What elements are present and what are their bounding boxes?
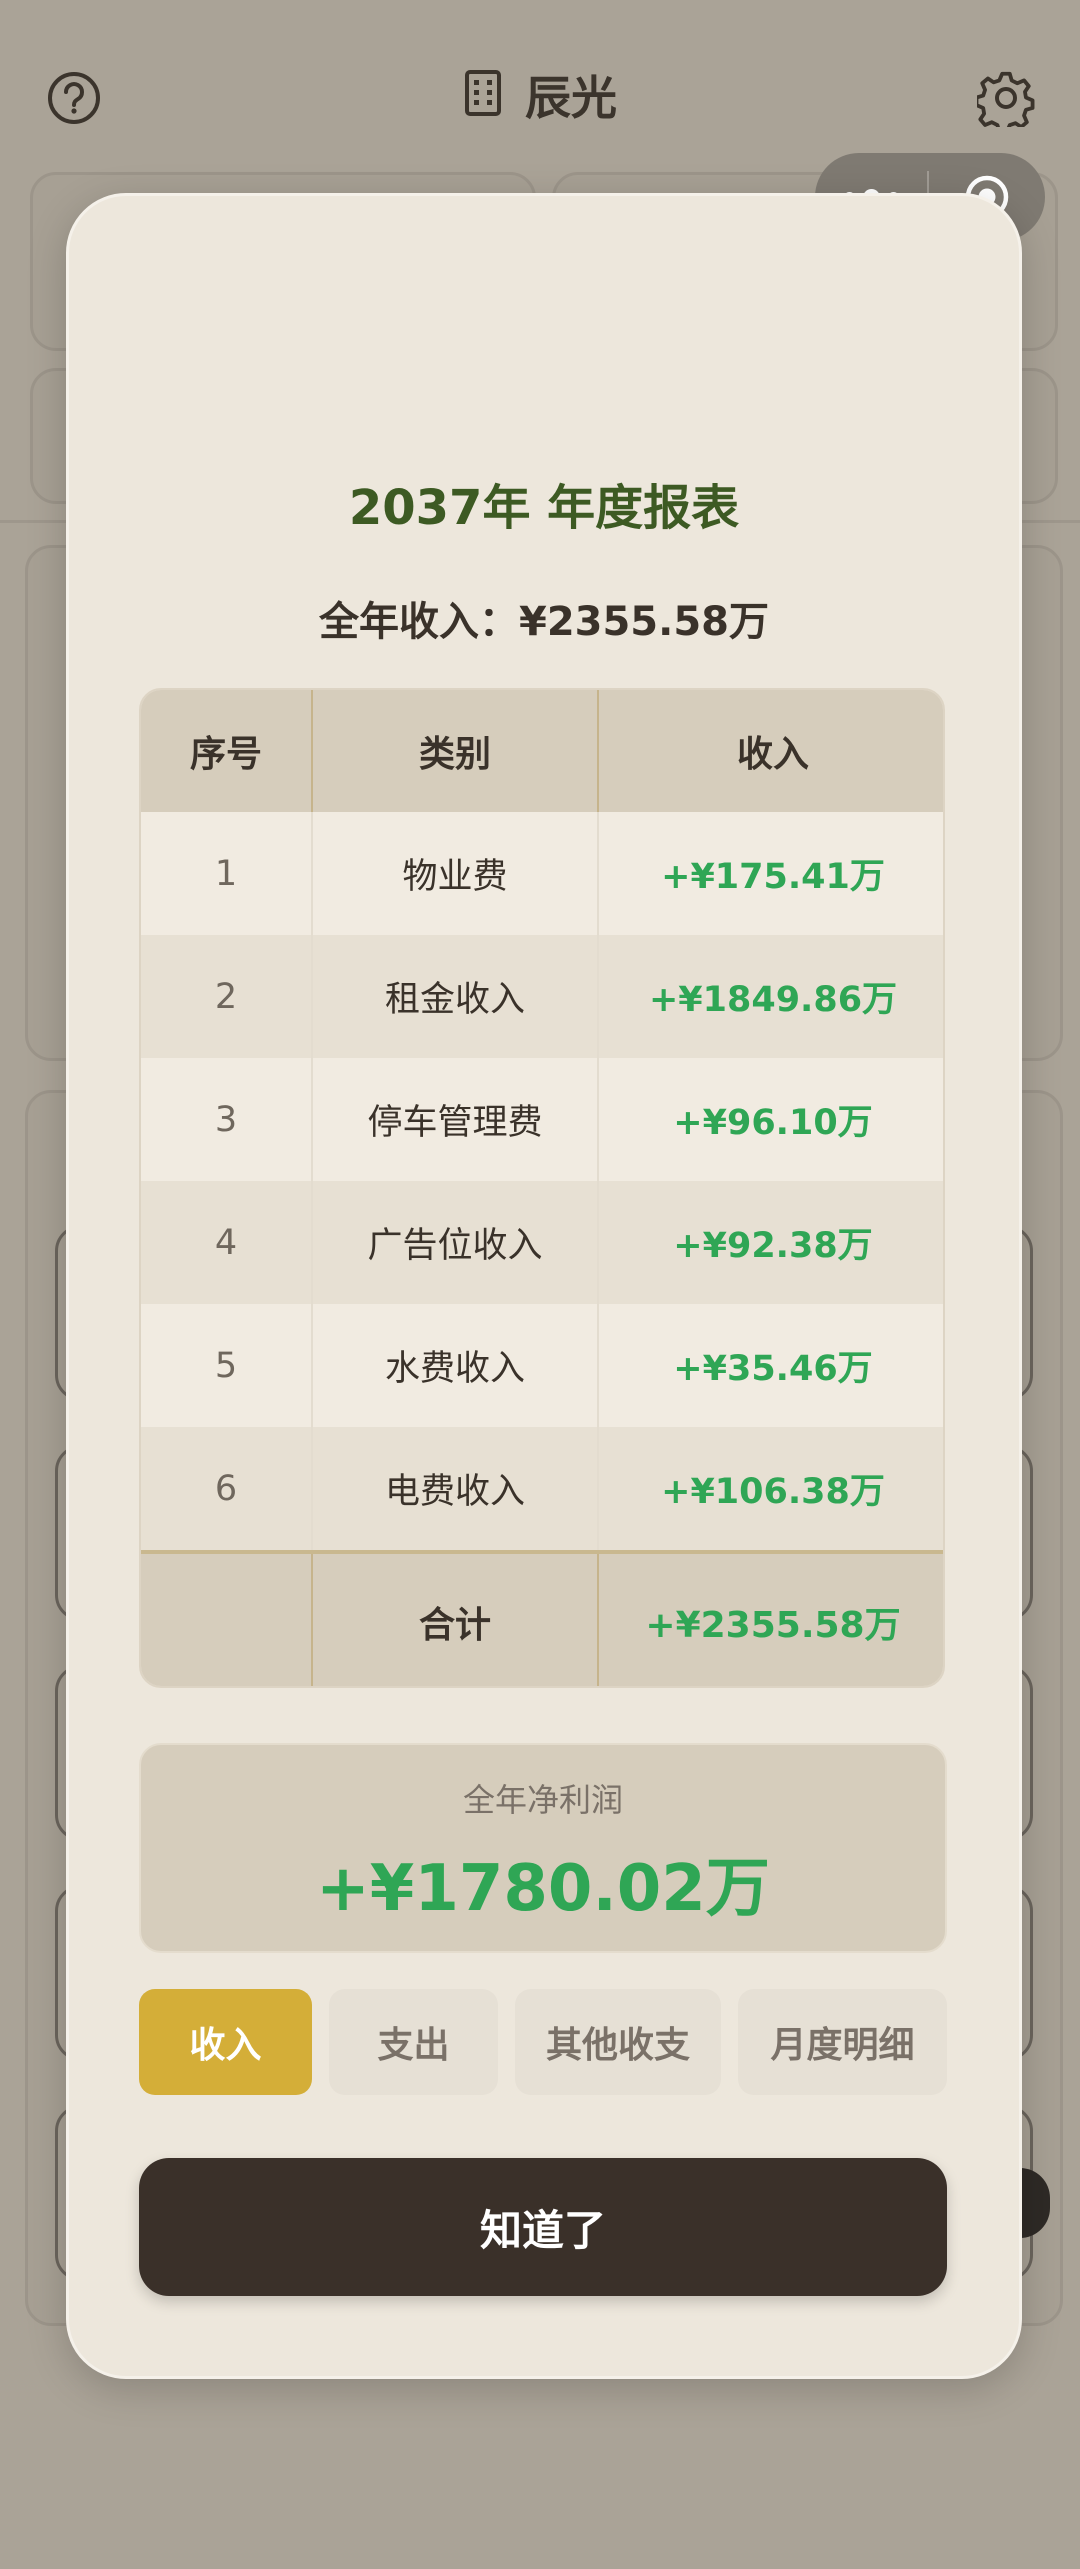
tab-other[interactable]: 其他收支: [515, 1989, 721, 2095]
row-amount: +¥1849.86万: [648, 980, 898, 1020]
row-no: 3: [141, 1058, 313, 1181]
table-total-row: 合计 +¥2355.58万: [141, 1550, 943, 1686]
income-table: 序号 类别 收入 1 物业费 +¥175.41万 2 租金收入 +¥1849.8…: [139, 688, 945, 1688]
row-amount: +¥35.46万: [673, 1349, 873, 1389]
report-tabs: 收入 支出 其他收支 月度明细: [139, 1989, 947, 2095]
table-header-row: 序号 类别 收入: [141, 690, 943, 812]
report-title: 2037年 年度报表: [348, 480, 740, 536]
table-row: 6 电费收入 +¥106.38万: [141, 1427, 943, 1550]
row-amount: +¥92.38万: [673, 1226, 873, 1266]
row-no: 1: [141, 812, 313, 935]
net-profit-value: +¥1780.02万: [316, 1852, 770, 1926]
net-profit-card: 全年净利润 +¥1780.02万: [139, 1743, 947, 1953]
row-amount: +¥175.41万: [661, 857, 885, 897]
tab-expense[interactable]: 支出: [329, 1989, 498, 2095]
column-header-no: 序号: [141, 690, 313, 812]
tab-income[interactable]: 收入: [139, 1989, 312, 2095]
row-amount: +¥106.38万: [661, 1472, 885, 1512]
tab-monthly-detail[interactable]: 月度明细: [738, 1989, 947, 2095]
table-row: 3 停车管理费 +¥96.10万: [141, 1058, 943, 1181]
row-category: 物业费: [313, 812, 599, 935]
row-amount: +¥96.10万: [673, 1103, 873, 1143]
table-row: 4 广告位收入 +¥92.38万: [141, 1181, 943, 1304]
row-no: 6: [141, 1427, 313, 1550]
building-icon: [463, 69, 503, 121]
row-category: 水费收入: [313, 1304, 599, 1427]
row-no: 2: [141, 935, 313, 1058]
annual-income-summary: 全年收入：¥2355.58万: [318, 599, 770, 645]
annual-report-modal: 2037年 年度报表 全年收入：¥2355.58万 序号 类别 收入 1 物业费…: [66, 193, 1022, 2379]
got-it-button[interactable]: 知道了: [139, 2158, 947, 2296]
header-title-group: 辰光: [0, 62, 1080, 128]
row-category: 电费收入: [313, 1427, 599, 1550]
row-category: 广告位收入: [313, 1181, 599, 1304]
table-row: 1 物业费 +¥175.41万: [141, 812, 943, 935]
table-row: 5 水费收入 +¥35.46万: [141, 1304, 943, 1427]
total-label: 合计: [313, 1554, 599, 1686]
gear-icon[interactable]: [976, 68, 1036, 128]
row-no: 4: [141, 1181, 313, 1304]
page-title: 辰光: [525, 71, 617, 125]
column-header-income: 收入: [736, 734, 809, 775]
total-amount: +¥2355.58万: [645, 1605, 901, 1646]
row-category: 停车管理费: [313, 1058, 599, 1181]
row-category: 租金收入: [313, 935, 599, 1058]
net-profit-label: 全年净利润: [462, 1781, 623, 1819]
table-row: 2 租金收入 +¥1849.86万: [141, 935, 943, 1058]
row-no: 5: [141, 1304, 313, 1427]
column-header-category: 类别: [313, 690, 599, 812]
total-no-empty: [141, 1554, 313, 1686]
